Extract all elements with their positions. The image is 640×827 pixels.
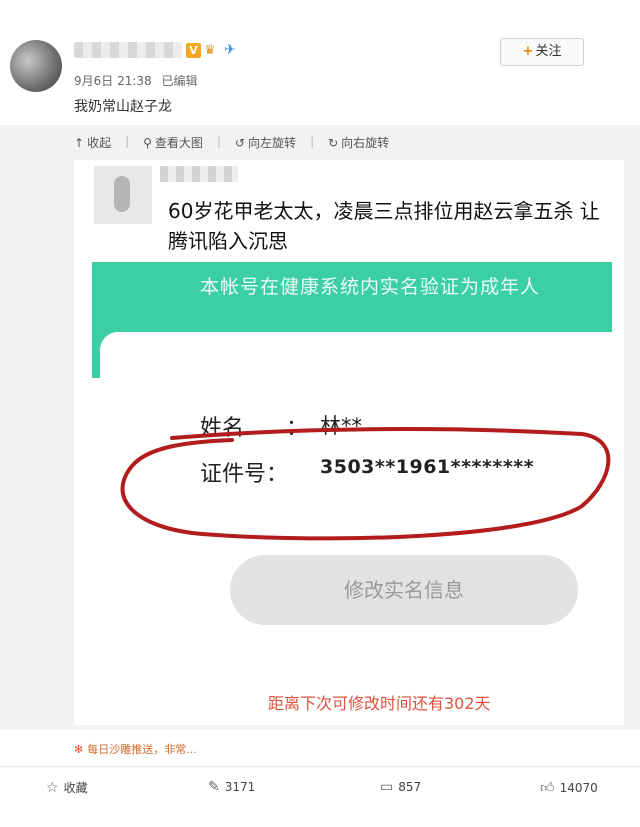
username-blurred[interactable] bbox=[74, 42, 182, 58]
follow-label: 关注 bbox=[535, 44, 562, 59]
post-meta: 9月6日 21:38 已编辑 bbox=[74, 72, 204, 89]
paper-plane-icon: ✈ bbox=[224, 42, 236, 58]
arrow-up-icon: ↑ bbox=[74, 135, 85, 150]
verified-v-icon: V bbox=[186, 43, 201, 58]
avatar[interactable] bbox=[10, 40, 62, 92]
post-text: 我奶常山赵子龙 bbox=[74, 99, 172, 115]
divider: | bbox=[125, 134, 130, 148]
embedded-username-blurred bbox=[160, 166, 238, 182]
rotate-right-button[interactable]: ↻ 向右旋转 bbox=[328, 134, 389, 151]
like-button[interactable]: 👍︎ 14070 bbox=[540, 779, 598, 796]
countdown-text: 距离下次可修改时间还有302天 bbox=[268, 694, 491, 713]
star-icon: ☆ bbox=[46, 779, 59, 796]
collapse-button[interactable]: ↑ 收起 bbox=[74, 134, 111, 151]
thumbs-up-icon: 👍︎ bbox=[540, 780, 555, 796]
like-count: 14070 bbox=[559, 780, 598, 795]
image-caption: 60岁花甲老太太，凌晨三点排位用赵云拿五杀 让 腾讯陷入沉思 bbox=[168, 199, 600, 253]
plus-icon: + bbox=[522, 44, 534, 59]
flower-icon: ✻ bbox=[74, 743, 84, 756]
vip-crown-icon: ♛ bbox=[204, 43, 216, 58]
edited-label: 已编辑 bbox=[161, 74, 198, 88]
repost-count: 3171 bbox=[224, 780, 256, 794]
embedded-avatar bbox=[94, 166, 152, 224]
repost-icon: ✎ bbox=[208, 779, 220, 795]
favorite-label: 收藏 bbox=[63, 781, 88, 795]
magnifier-icon: ⚲ bbox=[143, 135, 152, 150]
repost-button[interactable]: ✎ 3171 bbox=[208, 779, 255, 795]
rotate-left-icon: ↺ bbox=[234, 135, 246, 150]
view-large-button[interactable]: ⚲ 查看大图 bbox=[143, 134, 203, 151]
red-circle-annotation bbox=[120, 427, 611, 541]
banner-text: 本帐号在健康系统内实名验证为成年人 bbox=[200, 276, 541, 298]
divider: | bbox=[216, 134, 221, 148]
rotate-right-icon: ↻ bbox=[328, 135, 339, 150]
comment-button[interactable]: ▭ 857 bbox=[380, 779, 421, 795]
favorite-button[interactable]: ☆ 收藏 bbox=[46, 779, 88, 796]
comment-icon: ▭ bbox=[380, 779, 394, 795]
bottom-spacer bbox=[0, 811, 640, 827]
circle-stroke bbox=[120, 427, 611, 541]
modify-realname-button: 修改实名信息 bbox=[230, 555, 578, 625]
post-date[interactable]: 9月6日 21:38 bbox=[74, 74, 152, 88]
rotate-left-label: 向左旋转 bbox=[248, 136, 297, 150]
follow-button[interactable]: + 关注 bbox=[500, 38, 584, 66]
comment-count: 857 bbox=[398, 780, 422, 794]
notice-text: 每日沙雕推送，非常... bbox=[87, 743, 197, 756]
image-toolbar: ↑ 收起 | ⚲ 查看大图 | ↺ 向左旋转 | ↻ 向右旋转 bbox=[74, 134, 389, 151]
notice[interactable]: ✻ 每日沙雕推送，非常... bbox=[74, 741, 197, 757]
rotate-right-label: 向右旋转 bbox=[341, 136, 390, 150]
divider: | bbox=[310, 134, 315, 148]
view-large-label: 查看大图 bbox=[154, 136, 203, 150]
collapse-label: 收起 bbox=[87, 136, 112, 150]
rotate-left-button[interactable]: ↺ 向左旋转 bbox=[235, 134, 296, 151]
